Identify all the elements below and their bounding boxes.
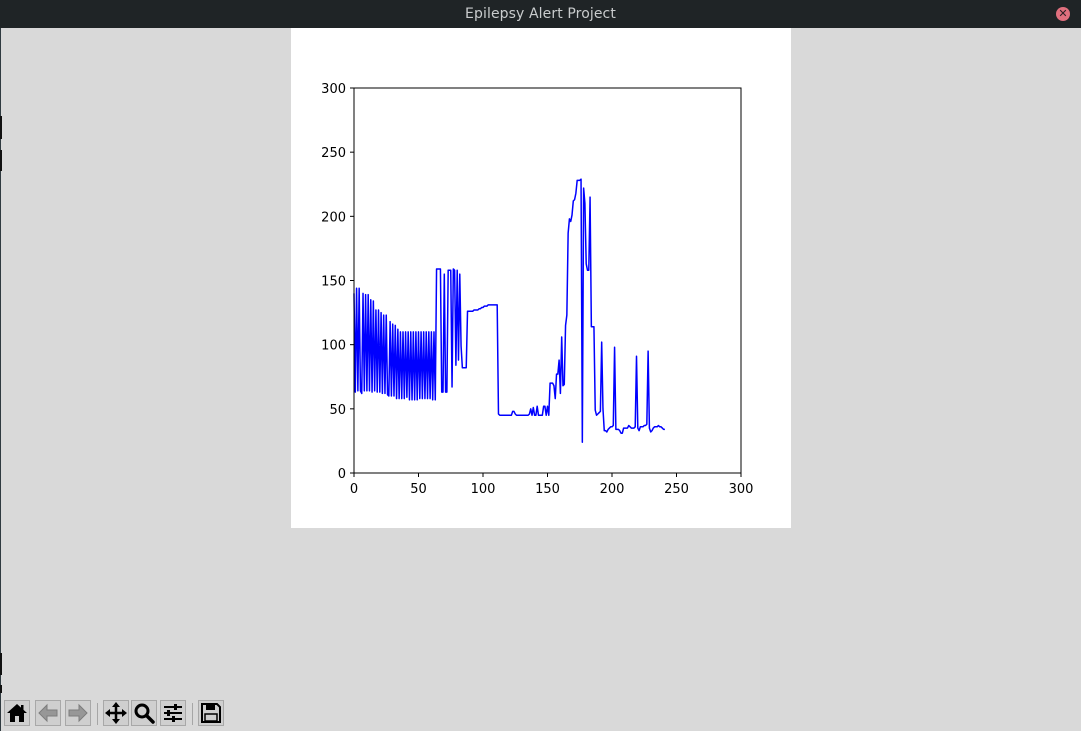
x-tick-label: 100	[471, 482, 496, 497]
pan-button[interactable]	[103, 700, 129, 726]
series-line	[353, 178, 665, 443]
left-edge-mark	[0, 116, 2, 139]
x-tick-label: 300	[729, 482, 754, 497]
x-tick-label: 250	[664, 482, 689, 497]
axes-frame	[353, 87, 742, 474]
configure-subplots-button[interactable]	[160, 700, 186, 726]
window-title: Epilepsy Alert Project	[465, 6, 616, 22]
magnifier-icon	[134, 703, 155, 724]
left-edge-mark	[0, 685, 2, 693]
left-edge-mark	[0, 150, 2, 171]
arrow-right-icon	[68, 703, 88, 723]
window-titlebar: Epilepsy Alert Project ✕	[0, 0, 1081, 28]
home-button[interactable]	[4, 700, 30, 726]
x-tick-label: 200	[600, 482, 625, 497]
y-tick-label: 200	[321, 210, 346, 225]
figure-canvas[interactable]: 0 50 100 150 200 250 300 0 50 100 150 200 250 300	[291, 28, 791, 528]
back-button[interactable]	[35, 700, 61, 726]
y-tick-label: 250	[321, 146, 346, 161]
y-tick-label: 0	[338, 467, 346, 482]
home-icon	[7, 704, 27, 722]
navigation-toolbar	[0, 697, 1081, 731]
toolbar-separator	[192, 703, 193, 725]
y-tick-label: 50	[329, 403, 346, 418]
save-button[interactable]	[198, 700, 224, 726]
arrow-left-icon	[38, 703, 58, 723]
toolbar-separator	[97, 703, 98, 725]
sliders-icon	[164, 704, 182, 722]
close-icon[interactable]: ✕	[1056, 7, 1070, 21]
x-tick-label: 50	[410, 482, 427, 497]
floppy-disk-icon	[201, 703, 221, 723]
y-tick-label: 150	[321, 275, 346, 290]
move-icon	[105, 702, 127, 724]
x-tick-label: 150	[535, 482, 560, 497]
forward-button[interactable]	[65, 700, 91, 726]
left-edge-mark	[0, 653, 2, 675]
zoom-button[interactable]	[131, 700, 157, 726]
x-tick-label: 0	[350, 482, 358, 497]
line-chart: 0 50 100 150 200 250 300 0 50 100 150 200 250 300	[321, 82, 754, 497]
y-tick-label: 100	[321, 339, 346, 354]
y-tick-label: 300	[321, 82, 346, 97]
